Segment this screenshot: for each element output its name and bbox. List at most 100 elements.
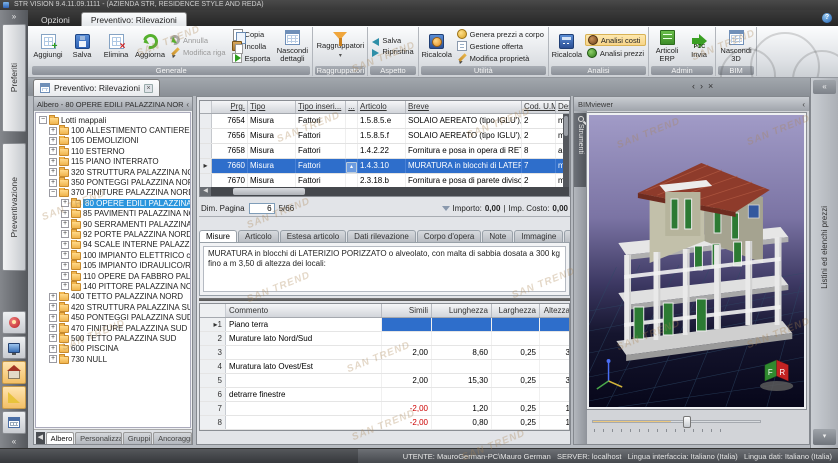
- annulla-button[interactable]: Annulla: [168, 35, 228, 45]
- help-button[interactable]: ?: [822, 13, 832, 23]
- tree-expander-icon[interactable]: [49, 324, 57, 332]
- bim-zoom-slider[interactable]: [592, 415, 799, 433]
- slider-track[interactable]: [592, 420, 761, 423]
- grid-row[interactable]: 7660 Misura Fattori 1.4.3.10 MURATURA in…: [200, 159, 569, 174]
- tree-expander-icon[interactable]: [39, 116, 47, 124]
- analisi-costi-button[interactable]: Analisi costi: [585, 34, 646, 46]
- measure-row[interactable]: 3 2,00 8,60 0,25 3: [200, 346, 569, 360]
- tree-item[interactable]: Lotti mappali: [36, 115, 190, 125]
- tree-panel-tab[interactable]: Ancoraggi: [153, 432, 192, 444]
- tree-expander-icon[interactable]: [61, 282, 69, 290]
- tree-expander-icon[interactable]: [49, 158, 57, 166]
- col-flags[interactable]: ...: [346, 101, 358, 113]
- measure-row[interactable]: 1 Piano terra: [200, 318, 569, 332]
- tabs-scroll-left-icon[interactable]: ◀: [36, 432, 45, 444]
- esporta-button[interactable]: Esporta: [230, 53, 273, 63]
- analisi-ricalcola-button[interactable]: Ricalcola: [551, 34, 583, 59]
- expand-right-panel-button[interactable]: «: [813, 80, 836, 94]
- document-tab-preventivo[interactable]: Preventivo: Rilevazioni ×: [33, 79, 160, 96]
- tree-expander-icon[interactable]: [61, 220, 69, 228]
- tree-item[interactable]: 450 PONTEGGI PALAZZINA SUD: [36, 312, 190, 322]
- tree-item[interactable]: 500 TETTO PALAZZINA SUD: [36, 333, 190, 343]
- tree-item[interactable]: 100 ALLESTIMENTO CANTIERE: [36, 125, 190, 135]
- tree-expander-icon[interactable]: [49, 345, 57, 353]
- aspetto-salva-button[interactable]: Salva: [370, 36, 415, 45]
- tree-expander-icon[interactable]: [49, 168, 57, 176]
- collapse-panel-icon[interactable]: ‹: [186, 100, 189, 109]
- listini-panel-tab[interactable]: Listini ed elenchi prezzi: [820, 206, 829, 289]
- grid-row[interactable]: 7656 Misura Fattori 1.5.8.5.f SOLAIO AER…: [200, 129, 569, 144]
- nav-prev-button[interactable]: ‹: [692, 82, 695, 91]
- detail-tab[interactable]: Immagine: [514, 230, 563, 242]
- col-tipo-inserimento[interactable]: Tipo inseri...: [296, 101, 346, 113]
- tree-expander-icon[interactable]: [61, 199, 69, 207]
- elimina-button[interactable]: ×Elimina: [100, 34, 132, 59]
- sidebar-expand-button[interactable]: »: [0, 10, 28, 23]
- sidebar-tool-measure[interactable]: [2, 386, 26, 409]
- tree-expander-icon[interactable]: [49, 303, 57, 311]
- detail-tab[interactable]: Estesa articolo: [280, 230, 346, 242]
- salva-button[interactable]: Salva: [66, 34, 98, 59]
- tree-expander-icon[interactable]: [61, 272, 69, 280]
- tree-item[interactable]: 92 PORTE PALAZZINA NORD: [36, 229, 190, 239]
- tree-item[interactable]: 420 STRUTTURA PALAZZINA SUD: [36, 302, 190, 312]
- tree-item[interactable]: 105 DEMOLIZIONI: [36, 136, 190, 146]
- copia-button[interactable]: Copia: [230, 29, 273, 39]
- sidebar-tool-modules[interactable]: [2, 311, 26, 334]
- tree-panel-tab[interactable]: Gruppi: [123, 432, 152, 444]
- col-articolo[interactable]: Articolo: [358, 101, 406, 113]
- page-size-input[interactable]: [249, 203, 275, 214]
- aggiungi-button[interactable]: +Aggiungi: [32, 34, 64, 59]
- tree-item[interactable]: 90 SERRAMENTI PALAZZINA N...: [36, 219, 190, 229]
- incolla-button[interactable]: Incolla: [230, 41, 273, 51]
- tree-item[interactable]: 400 TETTO PALAZZINA NORD: [36, 292, 190, 302]
- measure-row[interactable]: 7 -2,00 1,20 0,25 1: [200, 402, 569, 416]
- ribbon-tab-opzioni[interactable]: Opzioni: [32, 13, 79, 26]
- sidebar-collapse-button[interactable]: «: [0, 435, 28, 448]
- tree-expander-icon[interactable]: [61, 262, 69, 270]
- detail-tab[interactable]: Misure: [199, 230, 237, 242]
- tree-expander-icon[interactable]: [49, 127, 57, 135]
- close-tab-icon[interactable]: ×: [144, 84, 153, 93]
- grid-row[interactable]: 7658 Misura Fattori 1.4.2.22 Fornitura e…: [200, 144, 569, 159]
- tree-item[interactable]: 94 SCALE INTERNE PALAZZINA...: [36, 240, 190, 250]
- tree-item[interactable]: 85 PAVIMENTI PALAZZINA NORD: [36, 209, 190, 219]
- modifica-riga-button[interactable]: Modifica riga: [168, 47, 228, 57]
- tree-item[interactable]: 370 FINITURE PALAZZINA NORD: [36, 188, 190, 198]
- aggiorna-button[interactable]: Aggiorna: [134, 34, 166, 59]
- tree-expander-icon[interactable]: [61, 230, 69, 238]
- col-commento[interactable]: Commento: [226, 304, 382, 317]
- tree-item[interactable]: 100 IMPIANTO ELETTRICO con...: [36, 250, 190, 260]
- nav-next-button[interactable]: ›: [700, 82, 703, 91]
- tree-expander-icon[interactable]: [49, 293, 57, 301]
- invia-button[interactable]: PCCInvia: [685, 34, 713, 59]
- tree-expander-icon[interactable]: [49, 314, 57, 322]
- slider-thumb[interactable]: [683, 416, 691, 428]
- nascondi-dettagli-button[interactable]: Nascondi dettagli: [274, 30, 310, 63]
- tree-item[interactable]: 110 ESTERNO: [36, 146, 190, 156]
- tree-expander-icon[interactable]: [61, 241, 69, 249]
- article-description[interactable]: MURATURA in blocchi di LATERIZIO PORIZZA…: [203, 246, 566, 292]
- col-larghezza[interactable]: Larghezza: [492, 304, 540, 317]
- detail-tab[interactable]: Analisi costi: [564, 230, 570, 242]
- collapse-panel-icon[interactable]: ‹: [802, 100, 805, 109]
- analisi-prezzi-button[interactable]: Analisi prezzi: [585, 48, 646, 58]
- tree-expander-icon[interactable]: [61, 210, 69, 218]
- tree-item[interactable]: 730 NULL: [36, 354, 190, 364]
- tree-item[interactable]: 350 PONTEGGI PALAZZINA NORD: [36, 177, 190, 187]
- measure-row[interactable]: 5 2,00 15,30 0,25 3: [200, 374, 569, 388]
- grid-vertical-scrollbar[interactable]: [563, 114, 569, 187]
- filter-icon[interactable]: [442, 206, 450, 211]
- measure-row[interactable]: 6 detrarre finestre: [200, 388, 569, 402]
- scroll-left-icon[interactable]: ◀: [200, 187, 211, 196]
- scrollbar-thumb[interactable]: [233, 188, 305, 195]
- modifica-proprieta-button[interactable]: Modifica proprietà: [455, 53, 546, 63]
- strumenti-tab[interactable]: Strumenti: [574, 113, 587, 187]
- raggruppatori-button[interactable]: Raggruppatori▾: [315, 32, 365, 60]
- tree-expander-icon[interactable]: [49, 355, 57, 363]
- col-prg[interactable]: Prg.: [212, 101, 248, 113]
- col-cod-um[interactable]: Cod. U.M.: [522, 101, 556, 113]
- sidebar-tool-schedule[interactable]: [2, 411, 26, 434]
- horizontal-splitter[interactable]: [199, 298, 570, 301]
- col-des[interactable]: Des...: [556, 101, 570, 113]
